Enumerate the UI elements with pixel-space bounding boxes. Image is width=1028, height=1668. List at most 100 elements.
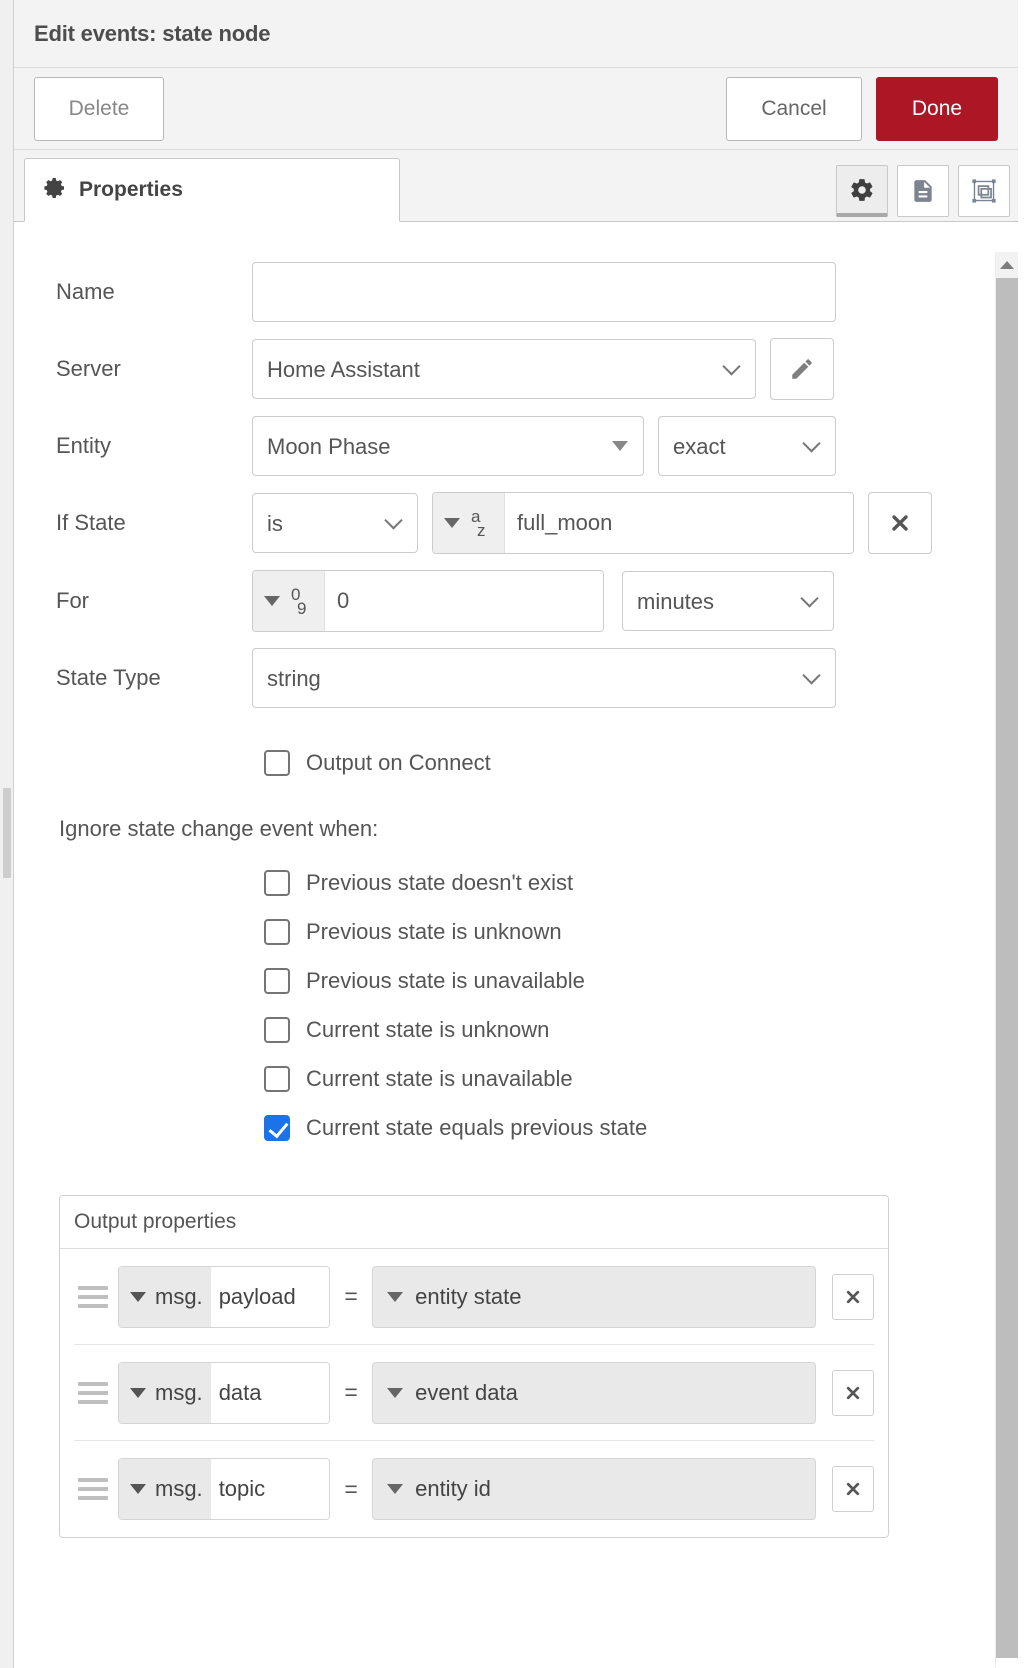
- ignore-prev-not-exist-label: Previous state doesn't exist: [306, 870, 573, 896]
- equals-sign: =: [330, 1476, 372, 1503]
- form-row-state-type: State Type string: [14, 648, 993, 708]
- output-property-scope[interactable]: msg.: [119, 1267, 211, 1327]
- scroll-up-button[interactable]: [996, 252, 1018, 278]
- form-row-entity: Entity Moon Phase exact: [14, 416, 993, 476]
- for-type-button[interactable]: 09: [253, 571, 325, 631]
- drag-handle-icon[interactable]: [74, 1286, 108, 1308]
- output-on-connect-row: Output on Connect: [14, 740, 993, 786]
- caret-down-icon: [387, 1484, 403, 1494]
- close-x-icon: [845, 1385, 861, 1401]
- left-edge-strip: [0, 0, 14, 1668]
- if-state-label: If State: [56, 510, 252, 536]
- description-document-icon-button[interactable]: [897, 165, 949, 217]
- output-property-source[interactable]: entity state: [372, 1266, 816, 1328]
- form-row-name: Name: [14, 262, 993, 322]
- if-state-typed-input: az: [432, 492, 854, 554]
- done-button[interactable]: Done: [876, 77, 998, 141]
- delete-button[interactable]: Delete: [34, 77, 164, 141]
- remove-output-property-button[interactable]: [832, 1370, 874, 1416]
- entity-select[interactable]: Moon Phase: [252, 416, 644, 476]
- ignore-prev-unavailable-checkbox[interactable]: [264, 968, 290, 994]
- scrollbar-thumb[interactable]: [996, 278, 1018, 1658]
- ignore-section-heading: Ignore state change event when:: [14, 816, 993, 842]
- output-property-source-label: entity state: [415, 1284, 521, 1310]
- drag-handle-icon[interactable]: [74, 1478, 108, 1500]
- ignore-curr-equals-prev-checkbox[interactable]: [264, 1115, 290, 1141]
- cancel-button[interactable]: Cancel: [726, 77, 862, 141]
- output-property-key[interactable]: msg. payload: [118, 1266, 330, 1328]
- output-on-connect-checkbox[interactable]: [264, 750, 290, 776]
- for-typed-input: 09: [252, 570, 604, 632]
- equals-sign: =: [330, 1379, 372, 1406]
- ignore-prev-not-exist-checkbox[interactable]: [264, 870, 290, 896]
- caret-down-icon: [130, 1484, 146, 1494]
- drag-handle-icon[interactable]: [74, 1382, 108, 1404]
- output-property-scope[interactable]: msg.: [119, 1459, 211, 1519]
- close-x-icon: [845, 1289, 861, 1305]
- form-row-server: Server Home Assistant: [14, 338, 993, 400]
- header-icon-group: [827, 165, 1018, 221]
- server-label: Server: [56, 356, 252, 382]
- caret-down-icon: [387, 1388, 403, 1398]
- for-value-input[interactable]: [325, 571, 604, 631]
- ignore-row-prev-unknown: Previous state is unknown: [14, 909, 993, 955]
- gear-icon: [849, 177, 875, 203]
- output-property-name[interactable]: topic: [211, 1459, 329, 1519]
- entity-label: Entity: [56, 433, 252, 459]
- output-property-prefix: msg.: [155, 1476, 203, 1502]
- output-property-name[interactable]: data: [211, 1363, 329, 1423]
- page-title: Edit events: state node: [14, 21, 270, 47]
- ignore-prev-unavailable-label: Previous state is unavailable: [306, 968, 585, 994]
- state-node-form: Name Server Home Assistant: [14, 222, 993, 1668]
- output-property-source[interactable]: event data: [372, 1362, 816, 1424]
- state-type-label: State Type: [56, 665, 252, 691]
- ignore-row-curr-unknown: Current state is unknown: [14, 1007, 993, 1053]
- server-select[interactable]: Home Assistant: [252, 339, 756, 399]
- if-state-clear-button[interactable]: [868, 492, 932, 554]
- tab-properties[interactable]: Properties: [24, 158, 400, 222]
- ignore-row-curr-equals-prev: Current state equals previous state: [14, 1105, 993, 1151]
- remove-output-property-button[interactable]: [832, 1274, 874, 1320]
- caret-down-icon: [264, 596, 280, 606]
- state-type-select[interactable]: string: [252, 648, 836, 708]
- ignore-curr-unavailable-label: Current state is unavailable: [306, 1066, 573, 1092]
- description-document-icon: [910, 178, 936, 204]
- properties-panel: Name Server Home Assistant: [14, 222, 1018, 1668]
- name-input[interactable]: [252, 262, 836, 322]
- if-state-type-button[interactable]: az: [433, 493, 505, 553]
- output-property-name[interactable]: payload: [211, 1267, 329, 1327]
- output-property-key[interactable]: msg. data: [118, 1362, 330, 1424]
- ignore-row-prev-unavailable: Previous state is unavailable: [14, 958, 993, 1004]
- vertical-scrollbar[interactable]: [995, 252, 1017, 1668]
- ignore-curr-unknown-checkbox[interactable]: [264, 1017, 290, 1043]
- for-units-select[interactable]: minutes: [622, 571, 834, 631]
- output-property-source-label: entity id: [415, 1476, 491, 1502]
- if-state-comparator-select[interactable]: is: [252, 493, 418, 553]
- ignore-curr-unavailable-checkbox[interactable]: [264, 1066, 290, 1092]
- if-state-value-input[interactable]: [505, 493, 853, 553]
- entity-match-mode-select[interactable]: exact: [658, 416, 836, 476]
- tab-strip: Properties: [14, 150, 1018, 222]
- tab-properties-label: Properties: [79, 178, 183, 202]
- output-property-key[interactable]: msg. topic: [118, 1458, 330, 1520]
- chevron-up-icon: [1000, 261, 1014, 269]
- remove-output-property-button[interactable]: [832, 1466, 874, 1512]
- caret-down-icon: [387, 1292, 403, 1302]
- panel-resize-handle[interactable]: [3, 788, 11, 878]
- caret-down-icon: [130, 1292, 146, 1302]
- equals-sign: =: [330, 1283, 372, 1310]
- output-properties-list: msg. payload = entity state: [60, 1249, 888, 1537]
- ignore-row-curr-unavailable: Current state is unavailable: [14, 1056, 993, 1102]
- gear-icon-button[interactable]: [836, 165, 888, 217]
- form-row-if-state: If State is az: [14, 492, 993, 554]
- ignore-row-prev-not-exist: Previous state doesn't exist: [14, 860, 993, 906]
- ignore-prev-unknown-checkbox[interactable]: [264, 919, 290, 945]
- ignore-curr-unknown-label: Current state is unknown: [306, 1017, 549, 1043]
- output-property-scope[interactable]: msg.: [119, 1363, 211, 1423]
- edit-server-button[interactable]: [770, 338, 834, 400]
- dialog-header: Edit events: state node: [14, 0, 1018, 68]
- output-property-prefix: msg.: [155, 1380, 203, 1406]
- edit-state-node-dialog: Edit events: state node Delete Cancel Do…: [0, 0, 1028, 1668]
- appearance-shape-icon-button[interactable]: [958, 165, 1010, 217]
- output-property-source[interactable]: entity id: [372, 1458, 816, 1520]
